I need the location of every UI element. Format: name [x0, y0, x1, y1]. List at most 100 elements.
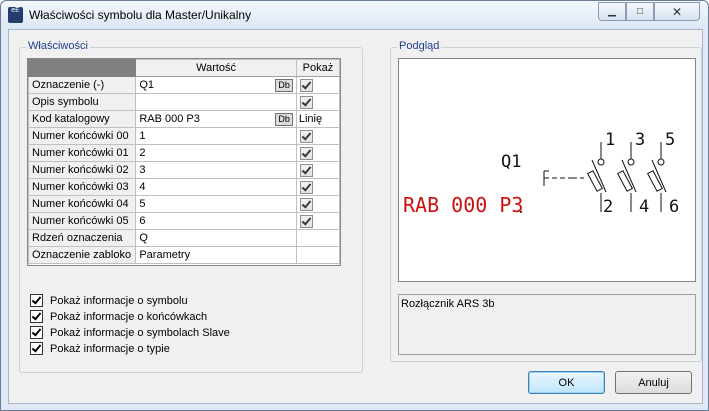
property-row[interactable]: Kod katalogowy RAB 000 P3 Db Linię [27, 110, 341, 128]
maximize-icon: □ [636, 6, 644, 17]
database-button[interactable]: Db [275, 78, 293, 92]
terminal-label-top-3: 5 [665, 130, 675, 150]
property-value-cell[interactable]: Q1 Db [135, 76, 297, 94]
show-checkbox[interactable] [299, 214, 313, 228]
property-label: Numer końcówki 02 [27, 161, 137, 179]
show-checkbox[interactable] [299, 146, 313, 160]
property-row[interactable]: Numer końcówki 03 4 [27, 178, 341, 196]
option-checkbox-row[interactable]: Pokaż informacje o końcówkach [30, 310, 207, 323]
property-show-cell[interactable] [295, 76, 341, 94]
terminal-label-top-2: 3 [635, 130, 645, 150]
property-label: Opis symbolu [27, 93, 137, 111]
option-checkbox-row[interactable]: Pokaż informacje o symbolu [30, 294, 188, 307]
property-value[interactable]: 5 [139, 198, 145, 210]
preview-catalog-code: RAB 000 P3 [403, 193, 523, 217]
show-checkbox[interactable] [299, 95, 313, 109]
property-label: Numer końcówki 00 [27, 127, 137, 145]
property-value[interactable]: 4 [139, 181, 145, 193]
property-row[interactable]: Rdzeń oznaczenia Q [27, 229, 341, 247]
property-show-cell[interactable] [295, 178, 341, 196]
show-checkbox[interactable] [299, 197, 313, 211]
window-title: Właściwości symbolu dla Master/Unikalny [29, 8, 252, 22]
option-checkbox[interactable] [30, 310, 43, 323]
dialog-window: eE Właściwości symbolu dla Master/Unikal… [0, 0, 709, 411]
show-checkbox[interactable] [299, 78, 313, 92]
property-label: Rdzeń oznaczenia [27, 229, 137, 247]
property-row[interactable]: Numer końcówki 01 2 [27, 144, 341, 162]
symbol-description-text: Rozłącznik ARS 3b [401, 298, 495, 310]
property-show-cell[interactable] [295, 161, 341, 179]
database-button[interactable]: Db [275, 112, 293, 126]
app-icon: eE [8, 7, 23, 23]
close-icon: ✕ [671, 4, 683, 19]
property-value-cell[interactable] [135, 93, 297, 111]
preview-canvas: Q1 RAB 000 P3 1 3 5 2 4 6 [403, 130, 679, 217]
cancel-button[interactable]: Anuluj [615, 371, 692, 394]
property-value[interactable]: Parametry [139, 249, 190, 261]
property-label: Numer końcówki 05 [27, 212, 137, 230]
property-value[interactable]: 3 [139, 164, 145, 176]
property-label: Kod katalogowy [27, 110, 137, 128]
property-row[interactable]: Numer końcówki 02 3 [27, 161, 341, 179]
property-value[interactable]: Q [139, 232, 148, 244]
grid-corner [27, 59, 137, 77]
property-value-cell[interactable]: 4 [135, 178, 297, 196]
column-header-value[interactable]: Wartość [135, 59, 297, 77]
property-row[interactable]: Numer końcówki 05 6 [27, 212, 341, 230]
preview-designation: Q1 [501, 152, 521, 172]
property-label: Numer końcówki 04 [27, 195, 137, 213]
symbol-preview: Q1 RAB 000 P3 1 3 5 2 4 6 [398, 58, 696, 282]
property-label: Oznaczenie (-) [27, 76, 137, 94]
property-row[interactable]: Oznaczenie zabloko Parametry [27, 246, 341, 264]
property-label: Numer końcówki 03 [27, 178, 137, 196]
terminal-label-bottom-1: 2 [603, 197, 613, 217]
option-checkbox[interactable] [30, 342, 43, 355]
property-value-cell[interactable]: 5 [135, 195, 297, 213]
show-checkbox[interactable] [299, 163, 313, 177]
property-value[interactable]: Q1 [139, 79, 154, 91]
option-label: Pokaż informacje o symbolach Slave [50, 326, 230, 339]
property-value[interactable]: 2 [139, 147, 145, 159]
property-value-cell[interactable]: 2 [135, 144, 297, 162]
show-checkbox[interactable] [299, 180, 313, 194]
property-show-cell[interactable] [295, 229, 341, 247]
option-checkbox-row[interactable]: Pokaż informacje o typie [30, 342, 170, 355]
property-value-cell[interactable]: RAB 000 P3 Db [135, 110, 297, 128]
property-show-cell[interactable] [295, 246, 341, 264]
property-value[interactable]: 6 [139, 215, 145, 227]
property-show-cell[interactable] [295, 212, 341, 230]
property-value-cell[interactable]: 6 [135, 212, 297, 230]
title-bar[interactable]: eE Właściwości symbolu dla Master/Unikal… [1, 1, 708, 29]
option-checkbox[interactable] [30, 294, 43, 307]
property-value-cell[interactable]: 3 [135, 161, 297, 179]
maximize-button[interactable]: □ [626, 2, 654, 21]
option-label: Pokaż informacje o typie [50, 342, 170, 355]
property-show-cell[interactable] [295, 93, 341, 111]
close-button[interactable]: ✕ [654, 2, 700, 21]
property-show-cell[interactable] [295, 195, 341, 213]
terminal-label-top-1: 1 [605, 130, 615, 150]
property-row[interactable]: Opis symbolu [27, 93, 341, 111]
property-value[interactable]: RAB 000 P3 [139, 113, 200, 125]
property-show-cell[interactable] [295, 127, 341, 145]
preview-dot [520, 211, 522, 213]
dialog-client: Właściwości Wartość Pokaż Oznaczenie (-)… [8, 29, 703, 404]
show-checkbox[interactable] [299, 129, 313, 143]
property-show-cell[interactable]: Linię [295, 110, 341, 128]
property-row[interactable]: Oznaczenie (-) Q1 Db [27, 76, 341, 94]
property-value-cell[interactable]: 1 [135, 127, 297, 145]
minimize-button[interactable]: ▁ [598, 2, 626, 21]
property-value-cell[interactable]: Parametry [135, 246, 297, 264]
option-checkbox[interactable] [30, 326, 43, 339]
properties-grid[interactable]: Wartość Pokaż Oznaczenie (-) Q1 Db Opis sym… [27, 58, 341, 266]
properties-group-label: Właściwości [26, 40, 90, 52]
ok-button[interactable]: OK [528, 371, 605, 394]
option-checkbox-row[interactable]: Pokaż informacje o symbolach Slave [30, 326, 230, 339]
property-show-cell[interactable] [295, 144, 341, 162]
property-row[interactable]: Numer końcówki 04 5 [27, 195, 341, 213]
column-header-show[interactable]: Pokaż [295, 59, 341, 77]
property-value-cell[interactable]: Q [135, 229, 297, 247]
minimize-icon: ▁ [608, 6, 616, 17]
property-value[interactable]: 1 [139, 130, 145, 142]
property-row[interactable]: Numer końcówki 00 1 [27, 127, 341, 145]
